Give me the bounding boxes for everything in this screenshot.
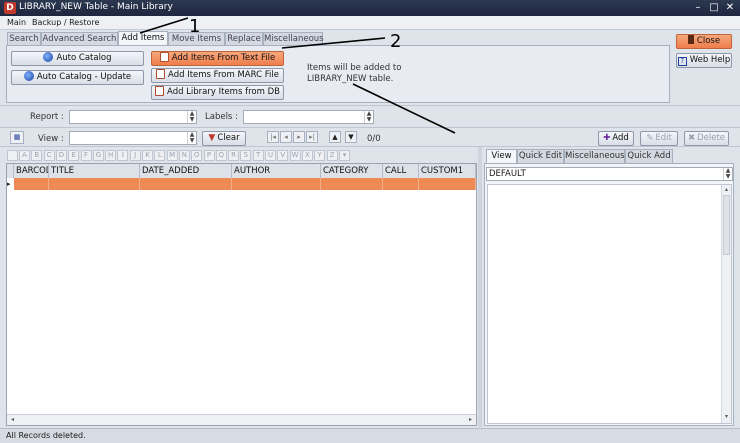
annotation-overlay: 1 2 bbox=[139, 16, 456, 134]
annotation-1: 1 bbox=[189, 16, 200, 37]
annotation-arrow-1 bbox=[139, 17, 189, 34]
annotation-arrow-2b bbox=[352, 83, 456, 134]
annotation-2: 2 bbox=[390, 31, 401, 52]
annotation-arrow-2a bbox=[281, 37, 386, 49]
